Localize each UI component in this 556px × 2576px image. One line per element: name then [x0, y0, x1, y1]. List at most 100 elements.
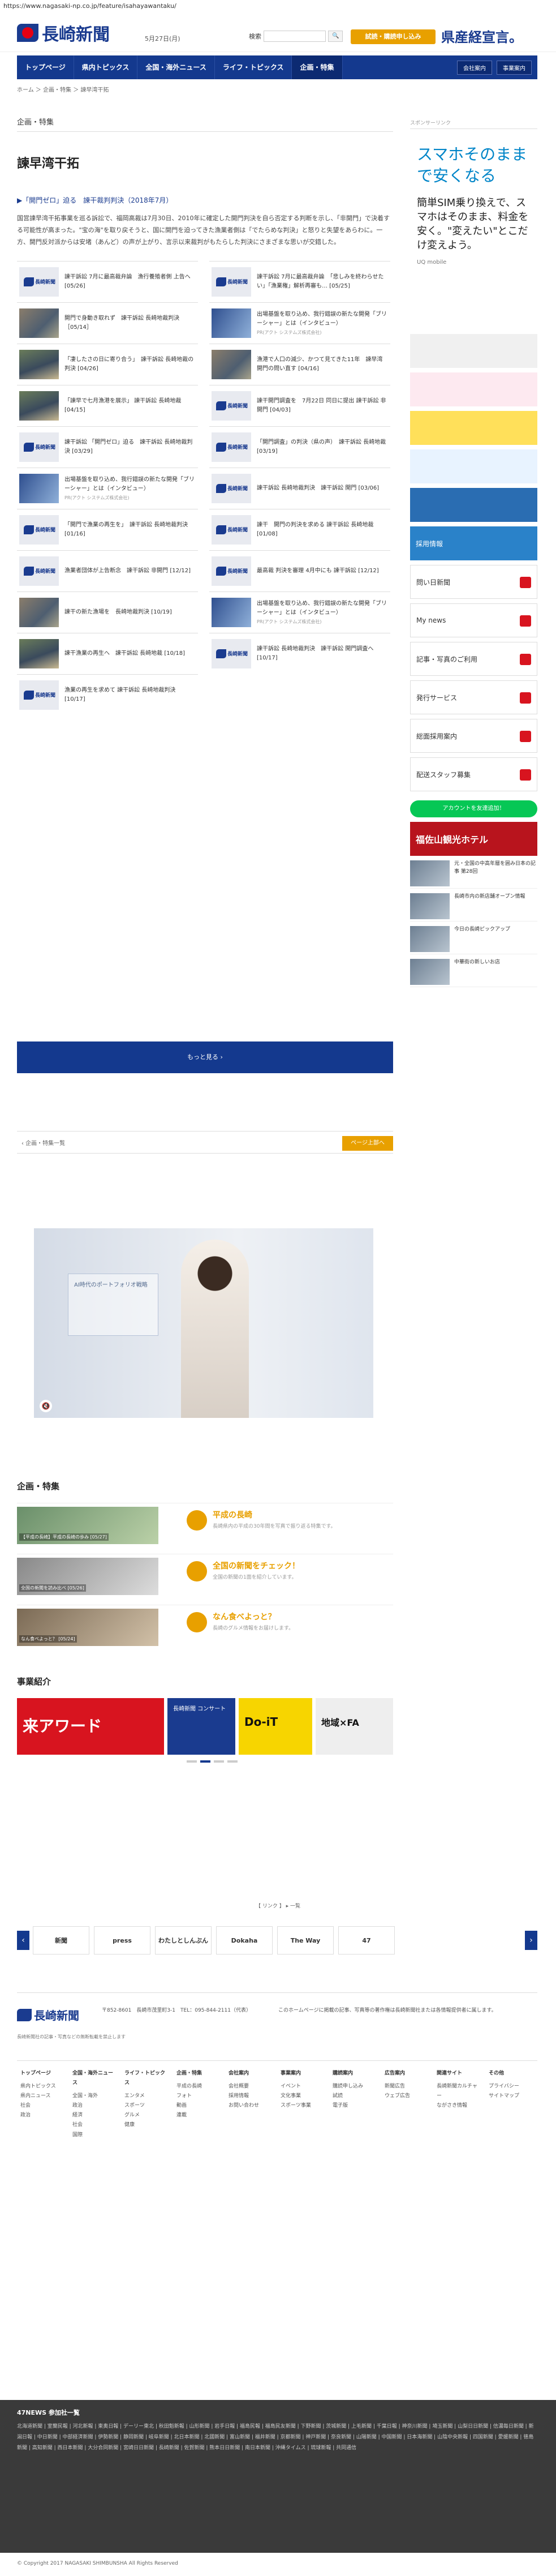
link-logo[interactable]: 47 — [338, 1926, 395, 1954]
article-thumbnail[interactable] — [19, 267, 59, 297]
article-title[interactable]: 諫干開門調査を 7月22日 同日に提出 諫干訴訟 非開門 [04/03] — [257, 397, 388, 415]
trial-subscribe-button[interactable]: 試読・購読申し込み — [351, 29, 436, 44]
footer-logo[interactable]: 長崎新聞 — [17, 2007, 79, 2023]
sitemap-link[interactable]: 社会 — [72, 2120, 118, 2130]
sitemap-link[interactable]: 会社概要 — [229, 2082, 274, 2091]
sitemap-link[interactable]: エンタメ — [124, 2091, 170, 2101]
sitemap-link[interactable]: 県内トピックス — [20, 2082, 66, 2091]
article-card[interactable]: 諫干開門調査を 7月22日 同日に提出 諫干訴訟 非開門 [04/03] — [209, 384, 390, 426]
article-card[interactable]: 「諫早で七月漁港を展示」 諫干訴訟 長崎地裁 [04/15] — [17, 384, 198, 426]
article-thumbnail[interactable] — [212, 267, 251, 297]
sitemap-link[interactable]: ながさき情報 — [437, 2101, 482, 2111]
article-thumbnail[interactable] — [19, 391, 59, 421]
sitemap-link[interactable]: イベント — [281, 2082, 326, 2091]
news-title[interactable]: 中華街の新しいお店 — [454, 959, 500, 984]
sidebar-banner-2[interactable] — [410, 372, 537, 406]
sitemap-link[interactable]: 試読 — [333, 2091, 378, 2101]
article-card[interactable]: 諫干訴訟 長崎地裁判決 諫干訴訟 開門調査へ [10/17] — [209, 632, 390, 674]
sidebar-box-3[interactable]: 記事・写真のご利用 — [410, 642, 537, 676]
nav-feature[interactable]: 企画・特集 — [292, 55, 343, 79]
article-thumbnail[interactable] — [212, 391, 251, 421]
article-thumbnail[interactable] — [212, 349, 251, 379]
article-title[interactable]: 「諫早で七月漁港を展示」 諫干訴訟 長崎地裁 [04/15] — [64, 397, 196, 415]
feature-image[interactable]: なん食べよっと？ [05/24] — [17, 1609, 158, 1646]
sidebar-banner-1[interactable] — [410, 334, 537, 368]
nav-top[interactable]: トップページ — [17, 55, 74, 79]
article-card[interactable]: 「凄したさの日に寄り合う」 諫干訴訟 長崎地裁の判決 [04/26] — [17, 343, 198, 385]
article-card[interactable]: 開門で身動き取れず 諫干訴訟 長崎地裁判決 ［05/14］ — [17, 302, 198, 344]
link-logo[interactable]: The Way — [277, 1926, 334, 1954]
mute-icon[interactable]: 🔇 — [40, 1400, 52, 1412]
article-thumbnail[interactable] — [212, 515, 251, 545]
article-title[interactable]: 「開門で漁業の再生を」 諫干訴訟 長崎地裁判決 [01/16] — [64, 521, 196, 539]
article-title[interactable]: 諫干漁業の再生へ 諫干訴訟 長崎地裁 [10/18] — [64, 649, 185, 658]
carousel-dot[interactable] — [227, 1760, 238, 1763]
sitemap-heading[interactable]: その他 — [489, 2069, 534, 2078]
article-title[interactable]: 出場基盤を取り込め、我行錯誤の新たな開発「ブリーシャー」とは（インタビュー） — [64, 475, 196, 494]
sidebar-banner-4[interactable] — [410, 449, 537, 483]
article-card[interactable]: 出場基盤を取り込め、我行錯誤の新たな開発「ブリーシャー」とは（インタビュー） PR… — [17, 467, 198, 509]
article-card[interactable]: 「開門調査」の判決（県の声） 諫干訴訟 長崎地裁 [03/19] — [209, 426, 390, 468]
news-thumbnail[interactable] — [410, 893, 450, 919]
carousel-dot[interactable] — [214, 1760, 224, 1763]
sitemap-link[interactable]: 全国・海外 — [72, 2091, 118, 2101]
hotel-banner[interactable]: 福佐山観光ホテル — [410, 822, 537, 856]
article-title[interactable]: 諫干訴訟 7月に最高裁弁論 漁行養殖者側 上告へ [05/26] — [64, 273, 196, 291]
article-title[interactable]: 諫干訴訟 長崎地裁判決 諫干訴訟 開門 [03/06] — [257, 484, 379, 493]
sidebar-news-item[interactable]: 今日の長崎ピックアップ — [410, 926, 537, 954]
article-thumbnail[interactable] — [212, 432, 251, 462]
article-thumbnail[interactable] — [19, 680, 59, 710]
news-thumbnail[interactable] — [410, 860, 450, 886]
article-card[interactable]: 諫干訴訟 「開門ゼロ」迫る 諫干訴訟 長崎地裁判決 [03/29] — [17, 426, 198, 468]
article-card[interactable]: 漁港で人口の減少、かつて見てきた11年 諫早湾 開門の問い直す [04/16] — [209, 343, 390, 385]
sitemap-link[interactable]: 連載 — [176, 2111, 222, 2120]
sitemap-link[interactable]: 健康 — [124, 2120, 170, 2130]
link-logo[interactable]: Dokaha — [216, 1926, 273, 1954]
sitemap-link[interactable]: プライバシー — [489, 2082, 534, 2091]
article-title[interactable]: 漁業者団体が上告断念 諫干訴訟 非開門 [12/12] — [64, 567, 191, 576]
article-title[interactable]: 出場基盤を取り込め、我行錯誤の新たな開発「ブリーシャー」とは（インタビュー） — [257, 310, 388, 328]
article-thumbnail[interactable] — [212, 638, 251, 668]
article-thumbnail[interactable] — [19, 349, 59, 379]
sitemap-link[interactable]: 県内ニュース — [20, 2091, 66, 2101]
article-thumbnail[interactable] — [212, 473, 251, 503]
search-button[interactable]: 🔍 — [328, 31, 343, 42]
article-card[interactable]: 諫干訴訟 7月に最高裁弁論 「悲しみを終わらせたい」「漁業権」解析再審も… [0… — [209, 260, 390, 302]
article-title[interactable]: 「凄したさの日に寄り合う」 諫干訴訟 長崎地裁の判決 [04/26] — [64, 355, 196, 374]
sitemap-link[interactable]: 採用情報 — [229, 2091, 274, 2101]
breadcrumb[interactable]: ホーム ＞ 企画・特集 ＞ 諫早湾干拓 — [17, 85, 109, 93]
nav-local[interactable]: 県内トピックス — [74, 55, 138, 79]
sidebar-recruit[interactable]: 採用情報 — [410, 526, 537, 560]
feature-row[interactable]: 【平成の長崎】平成の長崎の歩み [05/27] 平成の長崎 長崎県内の平成の30年間… — [17, 1503, 393, 1548]
business-banner-concert[interactable]: 長崎新聞 コンサート — [167, 1698, 235, 1755]
business-banner-fa[interactable]: 地域×FA — [316, 1698, 393, 1755]
sitemap-link[interactable]: 社会 — [20, 2101, 66, 2111]
feature-title[interactable]: 全国の新聞をチェック！ — [213, 1560, 300, 1571]
sitemap-link[interactable]: 文化事業 — [281, 2091, 326, 2101]
sidebar-box-5[interactable]: 総面採用案内 — [410, 719, 537, 753]
sitemap-heading[interactable]: 広告案内 — [385, 2069, 430, 2078]
sidebar-news-item[interactable]: 元・全国の中高年層を囲み日本の記事 第28回 — [410, 860, 537, 889]
article-title[interactable]: 諫干 開門の判決を求める 諫干訴訟 長崎地裁 [01/08] — [257, 521, 388, 539]
news-thumbnail[interactable] — [410, 926, 450, 952]
page-top-button[interactable]: ページ上部へ — [342, 1136, 393, 1151]
sitemap-heading[interactable]: 全国・海外ニュース — [72, 2069, 118, 2088]
feature-row[interactable]: 全国の新聞を読み比べ [05/26] 全国の新聞をチェック！ 全国の新聞の1面を紹介… — [17, 1554, 393, 1599]
article-thumbnail[interactable] — [212, 556, 251, 586]
sidebar-box-4[interactable]: 発行サービス — [410, 680, 537, 714]
article-title[interactable]: 諫干訴訟 「開門ゼロ」迫る 諫干訴訟 長崎地裁判決 [03/29] — [64, 438, 196, 456]
article-card[interactable]: 出場基盤を取り込め、我行錯誤の新たな開発「ブリーシャー」とは（インタビュー） PR… — [209, 591, 390, 633]
sitemap-link[interactable]: 新聞広告 — [385, 2082, 430, 2091]
sidebar-ad[interactable]: スマホそのままで安くなる 簡単SIM乗り換えで、スマホはそのまま、料金を安く。"… — [410, 137, 537, 329]
sitemap-heading[interactable]: トップページ — [20, 2069, 66, 2078]
article-thumbnail[interactable] — [19, 597, 59, 627]
article-card[interactable]: 出場基盤を取り込め、我行錯誤の新たな開発「ブリーシャー」とは（インタビュー） PR… — [209, 302, 390, 344]
sitemap-link[interactable]: グルメ — [124, 2111, 170, 2120]
article-card[interactable]: 諫干 開門の判決を求める 諫干訴訟 長崎地裁 [01/08] — [209, 508, 390, 550]
sitemap-link[interactable]: 国際 — [72, 2131, 118, 2140]
search-input[interactable] — [264, 31, 326, 42]
article-title[interactable]: 開門で身動き取れず 諫干訴訟 長崎地裁判決 ［05/14］ — [64, 314, 196, 332]
feature-image[interactable]: 全国の新聞を読み比べ [05/26] — [17, 1558, 158, 1595]
sidebar-news-item[interactable]: 長崎市内の新店舗オープン情報 — [410, 893, 537, 921]
sidebar-box-1[interactable]: 問い日新聞 — [410, 565, 537, 599]
